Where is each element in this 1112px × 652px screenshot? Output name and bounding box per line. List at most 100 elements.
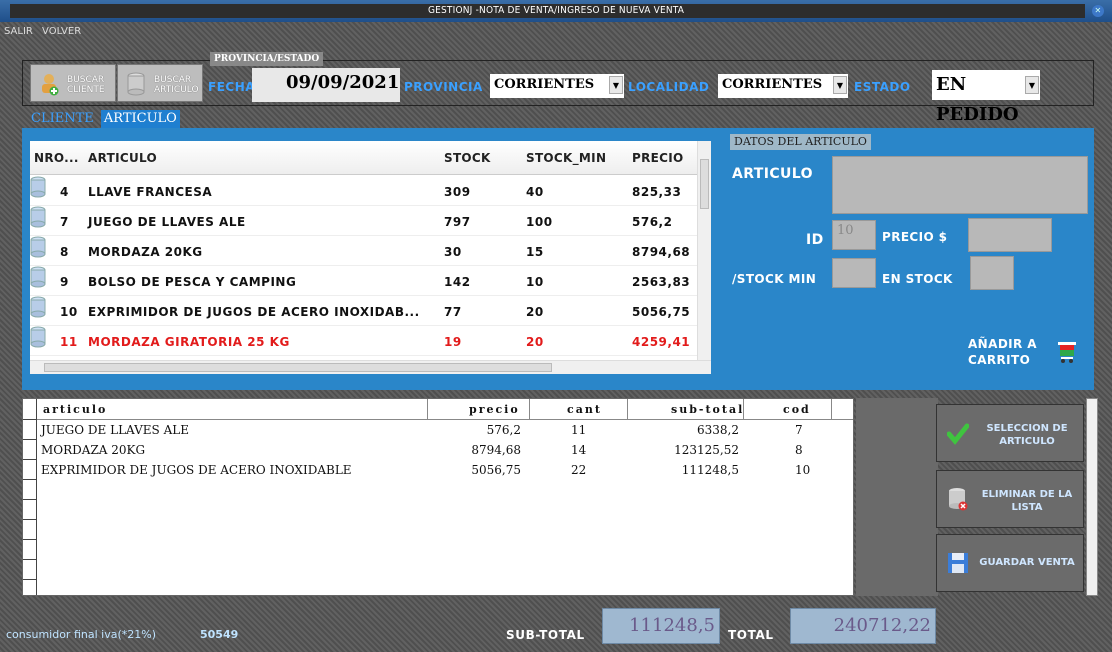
sale-col-precio[interactable]: precio: [469, 403, 520, 416]
sale-cell-cod: 7: [795, 423, 803, 437]
sale-cell-subtotal: 111248,5: [681, 463, 739, 477]
chevron-down-icon[interactable]: ▼: [609, 76, 623, 94]
col-articulo[interactable]: ARTICULO: [88, 151, 157, 165]
provincia-estado-tag: PROVINCIA/ESTADO: [210, 52, 324, 66]
cell-articulo: JUEGO DE LLAVES ALE: [88, 215, 246, 229]
title-bar: GESTIONJ -NOTA DE VENTA/INGRESO DE NUEVA…: [0, 0, 1112, 22]
cell-stock: 19: [444, 335, 462, 349]
checkmark-icon: [947, 423, 969, 445]
estado-select[interactable]: EN PEDIDO ▼: [932, 70, 1040, 125]
cell-stock: 30: [444, 245, 462, 259]
fecha-field[interactable]: 09/09/2021: [252, 68, 400, 102]
cell-stock: 142: [444, 275, 471, 289]
articles-grid-header: NRO... ARTICULO STOCK STOCK_MIN PRECIO: [30, 141, 697, 175]
localidad-select[interactable]: CORRIENTES ▼: [718, 74, 848, 98]
add-to-cart-button[interactable]: AÑADIR A CARRITO: [968, 336, 1048, 368]
cell-articulo: EXPRIMIDOR DE JUGOS DE ACERO INOXIDAB...: [88, 305, 420, 319]
col-nro[interactable]: NRO...: [34, 151, 79, 165]
seleccion-articulo-button[interactable]: SELECCION DE ARTICULO: [936, 404, 1084, 462]
sale-cell-precio: 576,2: [486, 423, 521, 437]
cell-stock-min: 15: [526, 245, 544, 259]
cell-precio: 8794,68: [632, 245, 691, 259]
sale-cell-cod: 8: [795, 443, 803, 457]
menu-bar: SALIR VOLVER: [4, 26, 87, 44]
sale-col-cant[interactable]: cant: [567, 403, 602, 416]
fecha-label: FECHA: [208, 80, 256, 94]
database-icon: [30, 236, 46, 258]
table-row[interactable]: 11 MORDAZA GIRATORIA 25 KG 19 20 4259,41: [30, 326, 697, 356]
sale-list-grid: articulo precio cant sub-total cod JUEGO…: [22, 398, 854, 596]
sale-col-cod[interactable]: cod: [783, 403, 811, 416]
sale-cell-cant: 22: [571, 463, 587, 477]
list-item[interactable]: MORDAZA 20KG 8794,68 14 123125,52 8: [23, 443, 853, 463]
scroll-thumb[interactable]: [44, 363, 552, 372]
menu-volver[interactable]: VOLVER: [42, 26, 81, 37]
localidad-value: CORRIENTES: [722, 77, 823, 92]
sale-cell-cant: 14: [571, 443, 587, 457]
cell-nro: 10: [60, 305, 78, 319]
right-scrollbar[interactable]: [1086, 398, 1098, 596]
cell-stock-min: 40: [526, 185, 544, 199]
detail-articulo-field[interactable]: [832, 156, 1088, 214]
cell-precio: 4259,41: [632, 335, 691, 349]
detail-id-field[interactable]: 10: [832, 220, 876, 250]
total-field: 240712,22: [790, 608, 936, 644]
scroll-thumb[interactable]: [700, 159, 709, 209]
col-precio[interactable]: PRECIO: [632, 151, 684, 165]
table-row[interactable]: 4 LLAVE FRANCESA 309 40 825,33: [30, 176, 697, 206]
detail-precio-field[interactable]: [968, 218, 1052, 252]
table-row[interactable]: 7 JUEGO DE LLAVES ALE 797 100 576,2: [30, 206, 697, 236]
cell-stock: 309: [444, 185, 471, 199]
eliminar-label: ELIMINAR DE LA LISTA: [981, 489, 1073, 513]
database-icon: [30, 296, 46, 318]
cell-stock-min: 20: [526, 305, 544, 319]
col-stock[interactable]: STOCK: [444, 151, 491, 165]
eliminar-lista-button[interactable]: ELIMINAR DE LA LISTA: [936, 470, 1084, 528]
cart-icon[interactable]: [1058, 340, 1078, 364]
sale-col-articulo[interactable]: articulo: [43, 403, 107, 416]
chevron-down-icon[interactable]: ▼: [833, 76, 847, 94]
cell-nro: 8: [60, 245, 69, 259]
detail-en-stock-field[interactable]: [970, 256, 1014, 290]
sale-side-panel: [856, 398, 938, 596]
cell-stock-min: 20: [526, 335, 544, 349]
buscar-cliente-button[interactable]: BUSCAR CLIENTE: [30, 64, 116, 102]
menu-salir[interactable]: SALIR: [4, 26, 33, 37]
guardar-venta-button[interactable]: GUARDAR VENTA: [936, 534, 1084, 592]
localidad-label: LOCALIDAD: [628, 80, 710, 94]
table-row[interactable]: 8 MORDAZA 20KG 30 15 8794,68: [30, 236, 697, 266]
list-item[interactable]: EXPRIMIDOR DE JUGOS DE ACERO INOXIDABLE 5…: [23, 463, 853, 483]
tab-cliente[interactable]: CLIENTE: [28, 110, 97, 128]
database-icon: [127, 72, 145, 96]
provincia-select[interactable]: CORRIENTES ▼: [490, 74, 624, 98]
table-row[interactable]: 9 BOLSO DE PESCA Y CAMPING 142 10 2563,83: [30, 266, 697, 296]
window-title: GESTIONJ -NOTA DE VENTA/INGRESO DE NUEVA…: [427, 5, 685, 16]
database-icon: [30, 266, 46, 288]
col-divider: [627, 399, 628, 419]
list-item[interactable]: JUEGO DE LLAVES ALE 576,2 11 6338,2 7: [23, 423, 853, 443]
article-details-panel: DATOS DEL ARTICULO ARTICULO ID 10 PRECIO…: [722, 132, 1094, 380]
cell-nro: 9: [60, 275, 69, 289]
col-divider: [831, 399, 832, 419]
articles-grid: NRO... ARTICULO STOCK STOCK_MIN PRECIO 4…: [30, 141, 711, 374]
cell-nro: 7: [60, 215, 69, 229]
save-icon: [948, 553, 968, 573]
guardar-label: GUARDAR VENTA: [979, 557, 1075, 568]
horizontal-scrollbar[interactable]: [30, 360, 711, 374]
sale-cell-cant: 11: [571, 423, 587, 437]
seleccion-label: SELECCION DE ARTICULO: [986, 423, 1068, 447]
buscar-articulo-label: BUSCAR ARTICULO: [154, 75, 199, 95]
col-stock-min[interactable]: STOCK_MIN: [526, 151, 606, 165]
table-row[interactable]: 10 EXPRIMIDOR DE JUGOS DE ACERO INOXIDAB.…: [30, 296, 697, 326]
detail-precio-label: PRECIO $: [882, 230, 948, 244]
detail-articulo-label: ARTICULO: [732, 166, 813, 182]
tab-articulo[interactable]: ARTICULO: [100, 110, 180, 128]
buscar-articulo-button[interactable]: BUSCAR ARTICULO: [117, 64, 203, 102]
sale-col-subtotal[interactable]: sub-total: [671, 403, 744, 416]
detail-stock-min-field[interactable]: [832, 258, 876, 288]
vertical-scrollbar[interactable]: [697, 141, 711, 360]
subtotal-field: 111248,5: [602, 608, 720, 644]
close-icon[interactable]: ✕: [1092, 5, 1104, 17]
chevron-down-icon[interactable]: ▼: [1025, 76, 1039, 94]
cell-articulo: MORDAZA GIRATORIA 25 KG: [88, 335, 290, 349]
